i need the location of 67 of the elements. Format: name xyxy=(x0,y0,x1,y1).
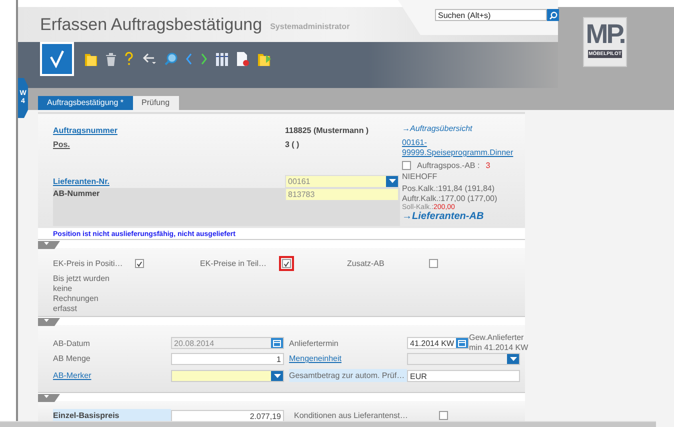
back-arrow-icon[interactable] xyxy=(141,52,157,66)
input-field[interactable]: 813783 xyxy=(285,188,399,202)
dropdown-button[interactable] xyxy=(271,370,283,380)
input-field[interactable]: EUR xyxy=(407,370,520,382)
caret-icon xyxy=(274,374,280,378)
check-icon xyxy=(48,50,66,68)
field-value: 3 ( ) xyxy=(285,140,300,150)
calendar-icon xyxy=(458,340,466,346)
field-label[interactable]: Auftragsnummer xyxy=(53,126,118,136)
field-label[interactable]: AB-Merker xyxy=(53,371,171,380)
trash-icon[interactable] xyxy=(105,52,117,66)
overview-link[interactable]: →Auftragsübersicht xyxy=(402,124,520,138)
lookup-button[interactable] xyxy=(386,176,398,187)
field-label: Pos. xyxy=(53,140,70,150)
field-label: Anliefertermin xyxy=(289,338,340,348)
field-label: AB-Nummer xyxy=(53,189,100,198)
field-label: AB-Datum xyxy=(53,338,91,348)
delivery-note: Gew.Anlieferter min 41.2014 KW xyxy=(469,333,528,353)
horizontal-scrollbar[interactable] xyxy=(0,421,656,427)
collapse-toggle[interactable] xyxy=(38,394,60,402)
calculation-text: Pos.Kalk.:191,84 (191,84) xyxy=(402,184,496,194)
checkbox[interactable] xyxy=(429,259,438,268)
calendar-icon xyxy=(273,340,281,346)
tab[interactable]: Prüfung xyxy=(132,96,179,110)
folder-arrow-icon[interactable] xyxy=(257,51,273,67)
dropdown-field[interactable] xyxy=(171,370,284,382)
input-field[interactable]: 2.077,19 xyxy=(171,410,284,422)
previous-icon[interactable] xyxy=(185,53,193,65)
field-label: Einzel-Basispreis xyxy=(53,409,171,422)
checkbox-label: Zusatz-AB xyxy=(347,259,386,268)
user-name: Systemadministrator xyxy=(270,22,350,30)
confirm-button[interactable] xyxy=(40,42,74,76)
collapse-toggle[interactable] xyxy=(38,318,60,326)
checkbox[interactable] xyxy=(402,160,411,170)
input-field[interactable]: 00161 xyxy=(285,174,399,188)
field-label: AB Menge xyxy=(53,354,92,363)
search-icon[interactable] xyxy=(548,10,558,20)
count: 3 xyxy=(486,160,490,170)
search-icon[interactable] xyxy=(164,52,178,66)
checkbox-label: EK-Preise in Teil… xyxy=(200,259,268,268)
checkbox[interactable] xyxy=(135,259,144,268)
checkbox[interactable] xyxy=(282,259,291,268)
field-label[interactable]: Lieferanten-Nr. xyxy=(53,176,110,186)
input-field[interactable]: 1 xyxy=(171,352,284,364)
supplier-ab-link[interactable]: →Lieferanten-AB xyxy=(402,211,520,222)
caret-icon xyxy=(510,356,516,360)
invoice-note: Bis jetzt wurden keine Rechnungen erfasst xyxy=(53,274,110,314)
calendar-button[interactable] xyxy=(456,338,468,348)
folder-icon[interactable] xyxy=(84,51,98,67)
field-value: 118825 (Mustermann ) xyxy=(285,126,369,136)
binders-icon[interactable] xyxy=(215,52,229,66)
next-icon[interactable] xyxy=(200,53,208,65)
calculation-text: Auftr.Kalk.:177,00 (177,00) xyxy=(402,194,498,204)
program-link[interactable]: 00161-99999.Speiseprogramm.Dinner xyxy=(402,138,518,158)
document-icon[interactable] xyxy=(236,51,250,67)
checkbox-label: EK-Preis in Positi… xyxy=(53,259,124,268)
checkbox[interactable] xyxy=(439,411,448,420)
date-field[interactable]: 41.2014 KW xyxy=(407,337,469,349)
caret-icon xyxy=(388,179,396,184)
tab[interactable]: Auftragsbestätigung * xyxy=(38,96,132,110)
field-label: Gesamtbetrag zur autom. Prüf… xyxy=(289,369,407,382)
checkbox-label: Auftragspos.-AB : xyxy=(417,160,480,170)
help-icon[interactable] xyxy=(124,52,134,66)
supplier-name: NIEHOFF xyxy=(402,172,438,183)
field-label: Konditionen aus Lieferantenst… xyxy=(293,411,409,420)
window-title: Erfassen Auftragsbestätigung xyxy=(40,14,262,34)
collapse-toggle[interactable] xyxy=(38,241,60,249)
